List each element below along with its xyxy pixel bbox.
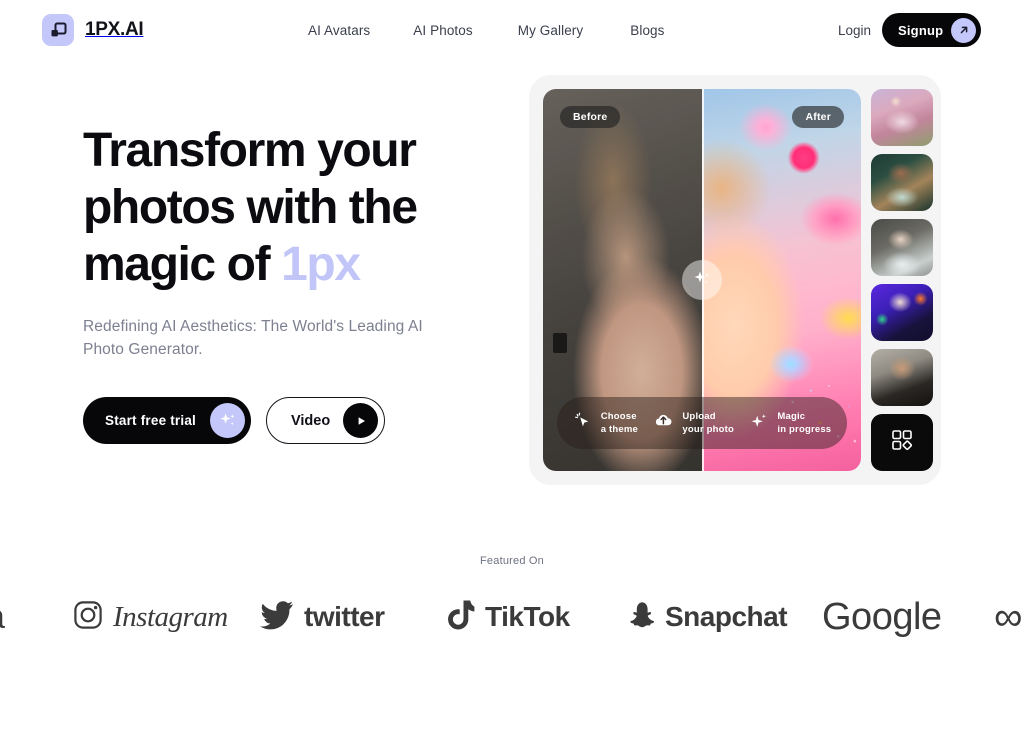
site-header: 1PX.AI AI Avatars AI Photos My Gallery B… (0, 0, 1024, 60)
thumbnail-golden-portrait[interactable] (871, 154, 933, 211)
grid-square-icon (42, 14, 74, 46)
step-line-1: Magic (777, 411, 806, 422)
sidebar-item-ai-photos[interactable]: AI Photos (413, 23, 472, 38)
login-link[interactable]: Login (838, 23, 871, 38)
hero-text-block: Transform your photos with the magic of … (83, 122, 503, 444)
instagram-logo-text: Instagram (113, 600, 228, 633)
brand-logo[interactable]: 1PX.AI (42, 14, 144, 46)
instagram-icon (73, 600, 103, 635)
tiktok-logo-text: TikTok (485, 601, 570, 632)
step-upload-your-photo: Upload your photo (653, 410, 734, 436)
hero-subtitle: Redefining AI Aesthetics: The World's Le… (83, 318, 423, 358)
step-line-2: your photo (682, 424, 734, 435)
cursor-sparkle-icon (573, 411, 593, 436)
step-label: Choose a theme (601, 410, 638, 436)
style-thumbnail-list (871, 89, 933, 471)
step-line-2: in progress (777, 424, 832, 435)
sidebar-item-blogs[interactable]: Blogs (630, 23, 664, 38)
featured-on-label: Featured On (480, 555, 544, 567)
before-after-comparison[interactable]: Before After Choose a theme Upload your … (543, 89, 861, 471)
workflow-steps-bar: Choose a theme Upload your photo Magic i… (557, 397, 847, 449)
sparkle-icon (691, 268, 713, 293)
thumbnail-male-portrait[interactable] (871, 349, 933, 406)
start-free-trial-label: Start free trial (105, 413, 196, 428)
tiktok-logo: TikTok (447, 599, 570, 636)
arrow-up-right-icon (951, 17, 977, 43)
before-label: Before (560, 106, 621, 128)
step-choose-a-theme: Choose a theme (573, 410, 638, 436)
hero-title-line-2: photos with the (83, 181, 418, 234)
google-logo: Google (822, 596, 942, 639)
landing-page: 1PX.AI AI Avatars AI Photos My Gallery B… (0, 0, 1024, 730)
amazon-logo-text: a (0, 598, 5, 637)
after-label: After (792, 106, 844, 128)
hero-title-line-1: Transform your (83, 124, 417, 177)
main-navigation: AI Avatars AI Photos My Gallery Blogs (308, 23, 665, 38)
start-free-trial-button[interactable]: Start free trial (83, 397, 251, 444)
meta-logo: ∞ (994, 594, 1023, 640)
tiktok-note-icon (447, 599, 475, 636)
play-icon (343, 403, 379, 438)
sparkle-icon (749, 411, 769, 436)
hero-title-line-3: magic of (83, 238, 282, 291)
video-button-label: Video (290, 412, 331, 429)
video-button[interactable]: Video (265, 397, 386, 444)
hero-showcase-card: Before After Choose a theme Upload your … (529, 75, 941, 485)
step-line-1: Choose (600, 411, 637, 422)
thumbnail-neon-portrait[interactable] (871, 284, 933, 341)
thumbnail-floral-portrait[interactable] (871, 89, 933, 146)
amazon-logo: a (0, 598, 5, 637)
twitter-logo-text: twitter (304, 601, 385, 632)
hero-title-accent: 1px (281, 238, 361, 291)
step-magic-in-progress: Magic in progress (749, 410, 831, 436)
comparison-slider-handle[interactable] (682, 260, 722, 300)
signup-button-label: Signup (898, 22, 944, 38)
step-label: Upload your photo (682, 410, 734, 436)
cloud-upload-icon (653, 410, 674, 436)
brand-name: 1PX.AI (85, 19, 144, 40)
step-line-1: Upload (682, 411, 716, 422)
instagram-logo: Instagram (73, 600, 228, 635)
twitter-bird-icon (260, 600, 294, 635)
step-line-2: a theme (600, 424, 638, 435)
snapchat-logo: Snapchat (628, 601, 788, 634)
meta-infinity-icon: ∞ (994, 594, 1023, 639)
grid-apps-icon (890, 428, 914, 457)
google-logo-text: Google (822, 595, 942, 638)
sparkle-icon (209, 403, 245, 438)
hero-cta-row: Start free trial Video (83, 397, 503, 444)
snapchat-ghost-icon (628, 601, 655, 634)
twitter-logo: twitter (260, 600, 385, 635)
thumbnail-more-styles[interactable] (871, 414, 933, 471)
step-label: Magic in progress (777, 410, 831, 436)
page-title: Transform your photos with the magic of … (83, 122, 503, 293)
signup-button[interactable]: Signup (882, 13, 982, 47)
sidebar-item-ai-avatars[interactable]: AI Avatars (308, 23, 370, 38)
thumbnail-bridal-portrait[interactable] (871, 219, 933, 276)
featured-logo-strip: a Instagram twitter (0, 588, 1024, 646)
snapchat-logo-text: Snapchat (665, 601, 788, 632)
sidebar-item-my-gallery[interactable]: My Gallery (518, 23, 584, 38)
